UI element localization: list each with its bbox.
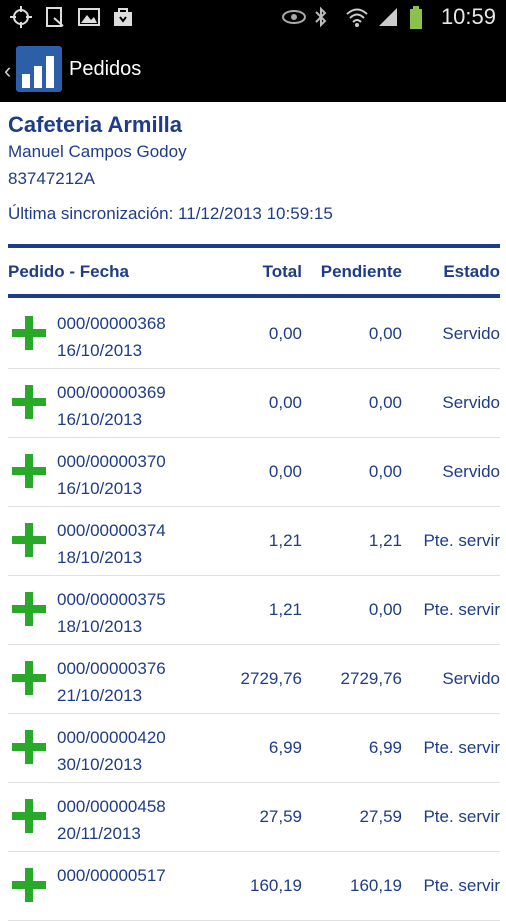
battery-icon [409,6,431,29]
order-number: 000/00000517 [57,866,166,885]
order-number: 000/00000376 [57,659,166,678]
header-pendiente: Pendiente [320,262,402,281]
plus-icon[interactable] [12,661,46,695]
plus-icon[interactable] [12,592,46,626]
order-total: 0,00 [268,462,302,481]
plus-icon[interactable] [12,385,46,419]
header-total: Total [262,262,302,281]
order-date: 18/10/2013 [57,548,143,567]
order-pending: 160,19 [350,876,402,895]
wifi-icon [345,6,368,28]
eye-icon [281,6,306,28]
order-pending: 2729,76 [340,669,402,688]
order-total: 0,00 [268,324,302,343]
order-number: 000/00000369 [57,383,166,402]
order-total: 6,99 [268,738,302,757]
order-date: 21/10/2013 [57,686,143,705]
table-header: Pedido - Fecha Total Pendiente Estado [8,260,500,290]
store-bag-icon [112,6,134,28]
order-date: 20/11/2013 [57,824,141,843]
order-total: 160,19 [250,876,302,895]
order-date: 16/10/2013 [57,479,143,498]
order-date: 16/10/2013 [57,410,143,429]
app-logo-icon[interactable] [16,46,62,92]
order-status: Pte. servir [423,600,500,619]
client-id: 83747212A [8,169,95,188]
table-row[interactable]: 000/00000370 16/10/2013 0,00 0,00 Servido [8,438,500,507]
order-number: 000/00000370 [57,452,166,471]
order-number: 000/00000420 [57,728,166,747]
plus-icon[interactable] [12,454,46,488]
divider [8,294,500,298]
order-pending: 0,00 [368,600,402,619]
table-row[interactable]: 000/00000517 160,19 160,19 Pte. servir [8,852,500,921]
order-status: Servido [442,393,500,412]
order-pending: 0,00 [368,462,402,481]
table-row[interactable]: 000/00000458 20/11/2013 27,59 27,59 Pte. … [8,783,500,852]
divider [8,244,500,248]
order-total: 2729,76 [240,669,302,688]
contact-name: Manuel Campos Godoy [8,142,187,161]
order-total: 27,59 [259,807,302,826]
page-title: Pedidos [69,58,142,80]
order-total: 0,00 [268,393,302,412]
order-date: 16/10/2013 [57,341,143,360]
table-row[interactable]: 000/00000420 30/10/2013 6,99 6,99 Pte. se… [8,714,500,783]
plus-icon[interactable] [12,730,46,764]
plus-icon[interactable] [12,523,46,557]
order-status: Servido [442,462,500,481]
plus-icon[interactable] [12,799,46,833]
order-date: 30/10/2013 [57,755,143,774]
plus-icon[interactable] [12,316,46,350]
image-icon [78,6,100,28]
order-total: 1,21 [268,531,302,550]
table-row[interactable]: 000/00000375 18/10/2013 1,21 0,00 Pte. se… [8,576,500,645]
plus-icon[interactable] [12,868,46,902]
table-row[interactable]: 000/00000369 16/10/2013 0,00 0,00 Servido [8,369,500,438]
back-chevron-icon[interactable]: ‹ [4,58,11,84]
order-status: Pte. servir [423,876,500,895]
last-sync: Última sincronización: 11/12/2013 10:59:… [8,204,333,223]
client-header: Cafeteria Armilla Manuel Campos Godoy 83… [8,112,500,224]
table-row[interactable]: 000/00000374 18/10/2013 1,21 1,21 Pte. se… [8,507,500,576]
order-pending: 0,00 [368,324,402,343]
action-bar: ‹ Pedidos [0,36,506,102]
orders-list: 000/00000368 16/10/2013 0,00 0,00 Servido… [8,300,500,921]
gps-icon [10,6,32,28]
header-pedido: Pedido - Fecha [8,262,129,281]
bluetooth-icon [313,6,335,28]
order-pending: 1,21 [368,531,402,550]
order-status: Servido [442,669,500,688]
signal-icon [377,6,399,28]
order-number: 000/00000368 [57,314,166,333]
document-icon [44,6,66,28]
order-status: Pte. servir [423,738,500,757]
order-number: 000/00000458 [57,797,166,816]
table-row[interactable]: 000/00000376 21/10/2013 2729,76 2729,76 S… [8,645,500,714]
order-total: 1,21 [268,600,302,619]
order-status: Pte. servir [423,531,500,550]
order-pending: 6,99 [368,738,402,757]
client-name: Cafeteria Armilla [8,112,183,137]
table-row[interactable]: 000/00000368 16/10/2013 0,00 0,00 Servido [8,300,500,369]
order-number: 000/00000375 [57,590,166,609]
order-number: 000/00000374 [57,521,166,540]
status-bar: 10:59 [0,0,506,36]
clock: 10:59 [440,4,496,29]
order-date: 18/10/2013 [57,617,143,636]
order-status: Pte. servir [423,807,500,826]
order-pending: 0,00 [368,393,402,412]
header-estado: Estado [443,262,500,281]
order-pending: 27,59 [359,807,402,826]
order-status: Servido [442,324,500,343]
